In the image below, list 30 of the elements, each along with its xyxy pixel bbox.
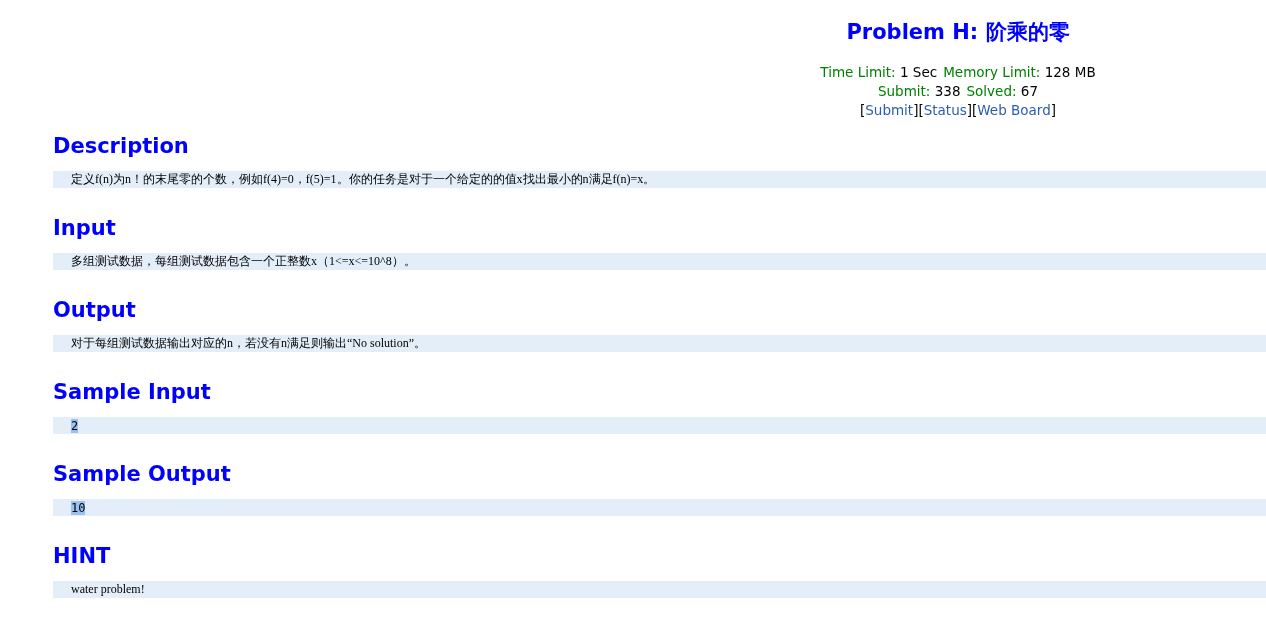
link[interactable]: Web Board: [977, 101, 1051, 120]
section-text: 多组测试数据，每组测试数据包含一个正整数x（1<=x<=10^8）。: [71, 253, 416, 270]
sample-data: 2: [71, 418, 79, 433]
limit-label: Memory Limit:: [943, 64, 1041, 80]
bracket: [: [860, 101, 866, 120]
bracket: ]: [966, 101, 973, 120]
bracket: ]: [913, 101, 919, 120]
link[interactable]: Submit: [865, 101, 914, 120]
stat-label: Solved:: [966, 83, 1017, 99]
section-heading: Sample Input: [53, 379, 211, 406]
problem-title: Problem H: 阶乘的零: [846, 19, 1070, 46]
section-text: water problem!: [71, 582, 145, 597]
sample-data: 10: [71, 500, 86, 515]
section-text: 定义f(n)为n！的末尾零的个数，例如f(4)=0，f(5)=1。你的任务是对于一个给定的的值x找出最小的n满足f(n)=x。: [71, 171, 656, 188]
section-heading: Input: [53, 215, 116, 242]
limit-value: 128 MB: [1044, 64, 1096, 80]
section-heading: Sample Output: [53, 461, 231, 488]
limit-label: Time Limit:: [820, 64, 896, 80]
bracket: ]: [1050, 101, 1056, 120]
section-text: 对于每组测试数据输出对应的n，若没有n满足则输出“No solution”。: [71, 335, 426, 352]
section-heading: Output: [53, 297, 136, 324]
limit-value: 1 Sec: [900, 64, 938, 80]
link[interactable]: Status: [923, 101, 967, 120]
stat-value: 338: [934, 83, 961, 99]
stat-value: 67: [1020, 83, 1038, 99]
bracket: [: [918, 101, 924, 120]
stat-label: Submit:: [878, 83, 931, 99]
bracket: [: [972, 101, 978, 120]
section-heading: HINT: [53, 543, 111, 570]
section-heading: Description: [53, 133, 189, 160]
